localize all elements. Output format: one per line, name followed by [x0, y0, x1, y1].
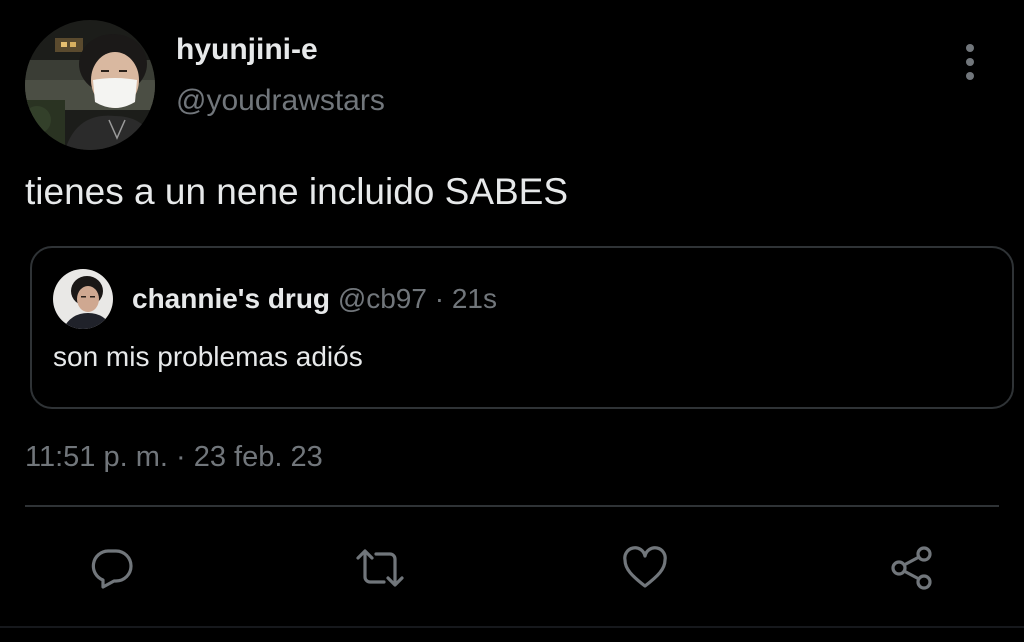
- author-avatar-image: [25, 20, 155, 150]
- quoted-separator: ·: [434, 283, 445, 314]
- quoted-handle: @cb97: [337, 283, 427, 314]
- more-vertical-icon: [966, 44, 974, 80]
- author-display-name[interactable]: hyunjini-e: [176, 33, 318, 67]
- retweet-button[interactable]: [352, 540, 408, 596]
- quoted-text: son mis problemas adiós: [53, 341, 363, 372]
- quoted-display-name: channie's drug: [132, 283, 331, 314]
- heart-icon: [623, 546, 667, 588]
- reply-icon: [91, 549, 133, 589]
- quoted-author-avatar-image: [53, 269, 113, 329]
- quoted-author-avatar: [53, 269, 113, 329]
- quoted-tweet[interactable]: channie's drug @cb97 · 21s son mis probl…: [30, 246, 1014, 409]
- divider: [25, 505, 999, 507]
- quoted-header: channie's drug @cb97 · 21s: [132, 283, 497, 315]
- share-button[interactable]: [884, 540, 940, 596]
- author-handle[interactable]: @youdrawstars: [176, 84, 385, 118]
- like-button[interactable]: [617, 540, 673, 596]
- tweet-detail: hyunjini-e @youdrawstars tienes a un nen…: [0, 0, 1024, 642]
- more-options-button[interactable]: [950, 40, 990, 84]
- retweet-icon: [356, 549, 404, 587]
- quoted-time: 21s: [451, 283, 497, 314]
- author-avatar[interactable]: [25, 20, 155, 150]
- share-icon: [891, 546, 932, 590]
- tweet-timestamp[interactable]: 11:51 p. m. · 23 feb. 23: [25, 441, 323, 474]
- reply-button[interactable]: [84, 540, 140, 596]
- tweet-text: tienes a un nene incluido SABES: [25, 171, 569, 212]
- bottom-divider: [0, 626, 1024, 628]
